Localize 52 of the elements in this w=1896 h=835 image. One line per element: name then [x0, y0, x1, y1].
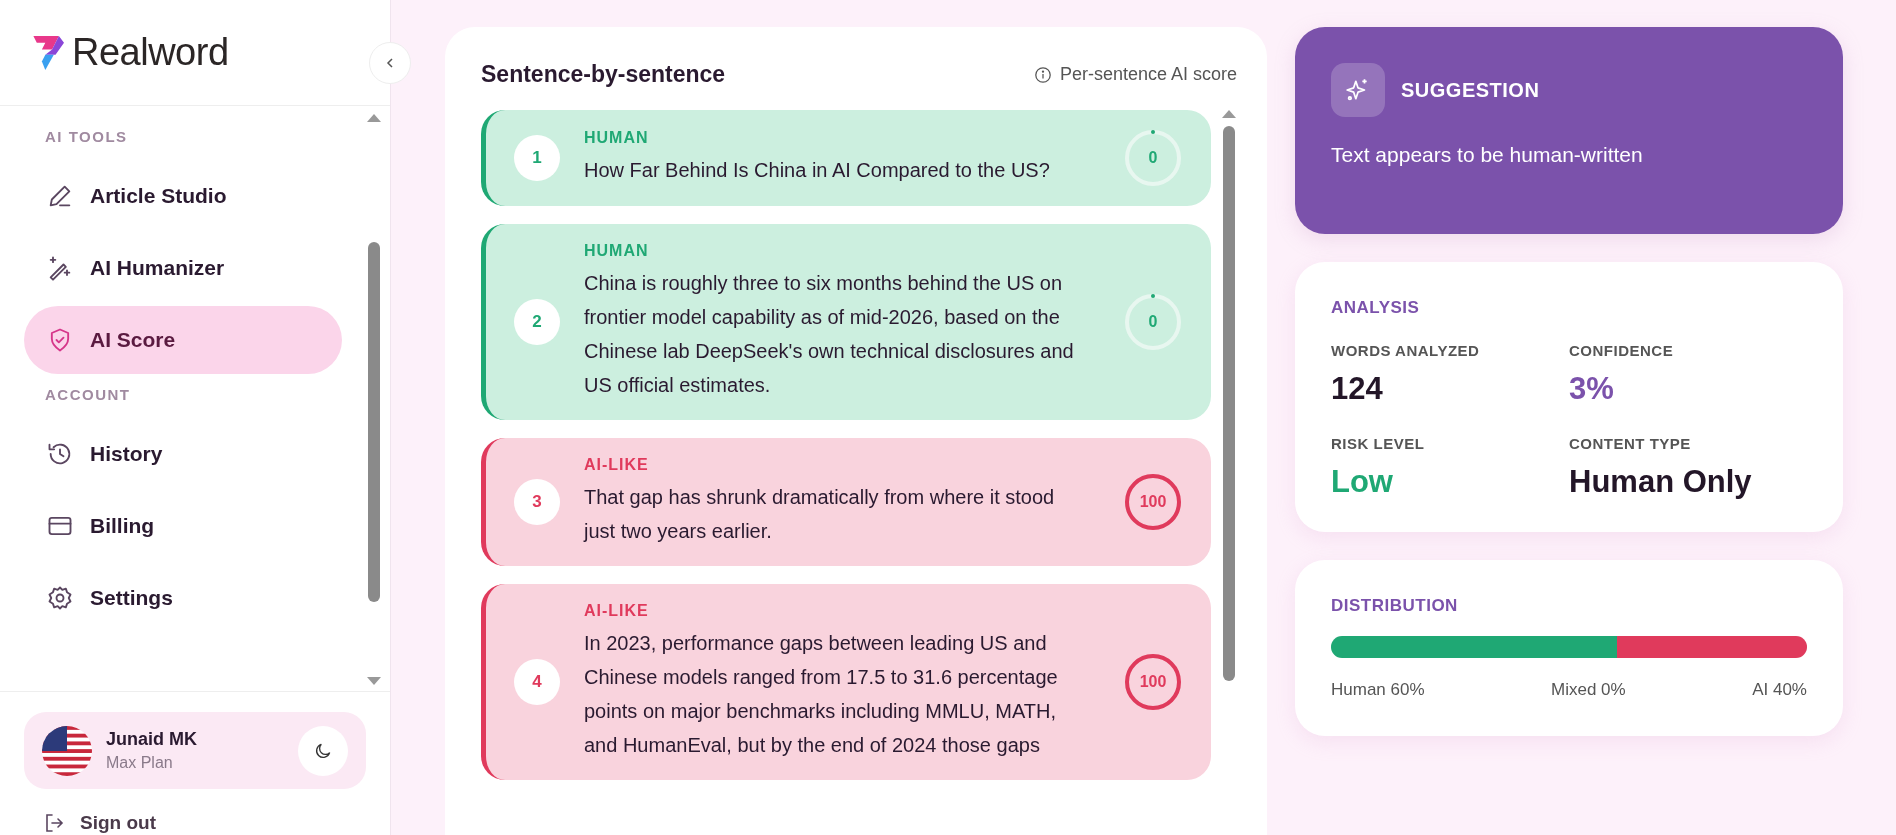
score-value: 0 — [1147, 148, 1159, 168]
distribution-label: Human 60% — [1331, 680, 1425, 700]
panel-hint: Per-sentence AI score — [1059, 64, 1237, 85]
sidebar-item[interactable]: Billing — [24, 492, 342, 560]
info-icon — [1033, 65, 1052, 84]
distribution-label: AI 40% — [1752, 680, 1807, 700]
user-plan: Max Plan — [106, 754, 174, 772]
sidebar-item[interactable]: History — [24, 420, 342, 488]
sidebar-item[interactable]: AI Score — [24, 306, 342, 374]
sidebar-item[interactable]: Article Studio — [24, 162, 342, 230]
theme-toggle-button[interactable] — [298, 725, 348, 776]
sentence-label: AI-LIKE — [584, 602, 650, 620]
sentence-label: HUMAN — [584, 242, 650, 260]
brand-name: Realword — [72, 31, 229, 74]
stat-label: WORDS ANALYZED — [1331, 342, 1481, 359]
sentence-number: 2 — [514, 299, 560, 345]
section-heading: ACCOUNT — [44, 385, 132, 405]
sentence-number: 3 — [514, 479, 560, 525]
user-card[interactable]: Junaid MK Max Plan — [24, 712, 366, 789]
stat-value: 3% — [1569, 371, 1615, 407]
distribution-label: Mixed 0% — [1551, 680, 1626, 700]
stat-label: CONTENT TYPE — [1569, 435, 1692, 452]
sentence-number: 4 — [514, 659, 560, 705]
stat-value: 124 — [1331, 371, 1384, 407]
gear-icon — [46, 584, 74, 612]
stat-value: Human Only — [1569, 464, 1753, 500]
user-name: Junaid MK — [106, 729, 198, 750]
sentence-text: How Far Behind Is China in AI Compared to the US? — [584, 158, 1051, 183]
sign-out-link[interactable]: Sign out — [0, 789, 156, 835]
suggestion-title: SUGGESTION — [1401, 78, 1540, 102]
card-title: DISTRIBUTION — [1331, 596, 1459, 616]
section-heading: AI TOOLS — [44, 127, 129, 147]
score-value: 0 — [1147, 312, 1159, 332]
sparkle-icon — [1331, 63, 1385, 117]
stat-value: Low — [1331, 464, 1394, 500]
stat-label: CONFIDENCE — [1569, 342, 1675, 359]
stat-label: RISK LEVEL — [1331, 435, 1426, 452]
sentence-label: AI-LIKE — [584, 456, 650, 474]
suggestion-text: Text appears to be human-written — [1331, 143, 1644, 167]
score-value: 100 — [1138, 492, 1168, 512]
sidebar-item[interactable]: AI Humanizer — [24, 234, 342, 302]
chevron-left-icon — [384, 57, 396, 69]
card-title: ANALYSIS — [1331, 298, 1421, 318]
sentence-label: HUMAN — [584, 129, 650, 147]
sentence-text: That gap has shrunk dramatically from where it stood just two years earlier. — [584, 485, 1056, 544]
panel-title: Sentence-by-sentence — [481, 61, 726, 88]
sidebar-item[interactable]: Settings — [24, 564, 342, 632]
sentence-number: 1 — [514, 135, 560, 181]
flag-icon — [42, 725, 92, 776]
sentence-text: China is roughly three to six months behind the US on frontier model capability as of mid-2026, based on the Chinese lab DeepSeek's own technical disclosures and US official estimates. — [584, 271, 1075, 398]
sentence-text: In 2023, performance gaps between leading US and Chinese models ranged from 17.5 to 31.6 percentage points on major benchmarks including MMLU, MATH, and HumanEval, but by the end of 2024 those gaps — [584, 631, 1059, 758]
score-value: 100 — [1138, 672, 1168, 692]
